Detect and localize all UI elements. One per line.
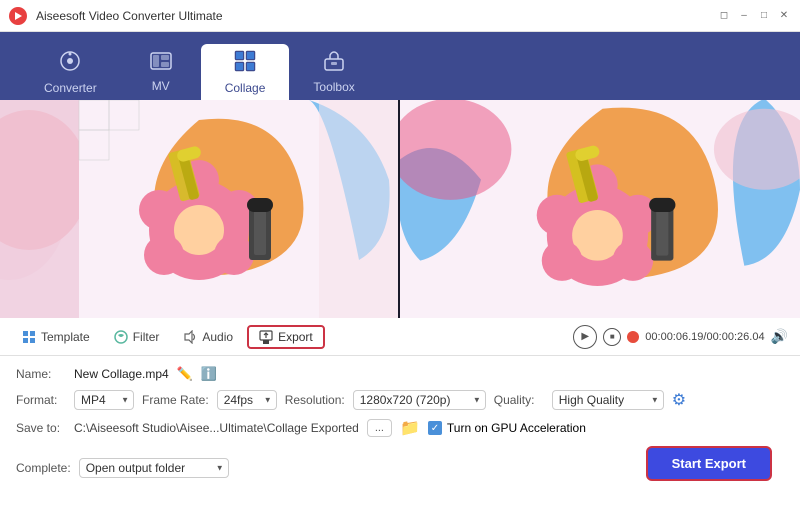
quality-label: Quality: xyxy=(494,393,544,407)
export-icon xyxy=(259,330,273,344)
quality-select-wrapper[interactable]: High Quality Medium Quality xyxy=(552,390,664,410)
restore-btn[interactable]: ◻ xyxy=(716,8,732,24)
format-label: Format: xyxy=(16,393,66,407)
format-select-wrapper[interactable]: MP4 AVI MOV xyxy=(74,390,134,410)
name-value: New Collage.mp4 xyxy=(74,367,169,381)
audio-label: Audio xyxy=(202,330,233,344)
template-btn[interactable]: Template xyxy=(12,326,100,348)
app-logo xyxy=(8,6,28,26)
filter-icon xyxy=(114,330,128,344)
template-label: Template xyxy=(41,330,90,344)
collage-label: Collage xyxy=(225,81,266,95)
tab-mv[interactable]: MV xyxy=(121,44,201,100)
preview-left xyxy=(0,100,400,318)
gpu-acceleration-toggle[interactable]: ✓ Turn on GPU Acceleration xyxy=(428,421,586,435)
close-btn[interactable]: ✕ xyxy=(776,8,792,24)
framerate-select[interactable]: 24fps 30fps 60fps xyxy=(217,390,277,410)
saveto-path: C:\Aiseesoft Studio\Aisee...Ultimate\Col… xyxy=(74,421,359,435)
export-label: Export xyxy=(278,330,313,344)
resolution-select[interactable]: 1280x720 (720p) 1920x1080 (1080p) xyxy=(353,390,486,410)
gpu-checkbox[interactable]: ✓ xyxy=(428,421,442,435)
filter-label: Filter xyxy=(133,330,160,344)
complete-label: Complete: xyxy=(16,461,71,475)
toolbox-label: Toolbox xyxy=(313,80,354,94)
saveto-row: Save to: C:\Aiseesoft Studio\Aisee...Ult… xyxy=(16,418,784,438)
edit-icon[interactable]: ✏️ xyxy=(177,366,193,382)
gpu-label: Turn on GPU Acceleration xyxy=(447,421,586,435)
preview-left-canvas xyxy=(0,100,398,318)
complete-row: Complete: Open output folder Do nothing … xyxy=(16,446,784,489)
toolbox-icon xyxy=(323,51,345,76)
complete-select-wrapper[interactable]: Open output folder Do nothing xyxy=(79,458,229,478)
export-btn[interactable]: Export xyxy=(247,325,325,349)
playback-controls: ▶ ■ 00:00:06.19/00:00:26.04 🔊 xyxy=(573,325,788,349)
quality-settings-icon[interactable]: ⚙ xyxy=(672,390,686,410)
minimize-btn[interactable]: – xyxy=(736,8,752,24)
format-select[interactable]: MP4 AVI MOV xyxy=(74,390,134,410)
audio-icon xyxy=(183,330,197,344)
bottom-toolbar: Template Filter Audio Export xyxy=(0,318,800,356)
info-icon[interactable]: ℹ️ xyxy=(201,366,217,382)
format-row: Format: MP4 AVI MOV Frame Rate: 24fps 30… xyxy=(16,390,784,410)
play-btn[interactable]: ▶ xyxy=(573,325,597,349)
converter-icon xyxy=(59,50,81,77)
complete-select[interactable]: Open output folder Do nothing xyxy=(79,458,229,478)
record-btn[interactable] xyxy=(627,331,639,343)
volume-icon[interactable]: 🔊 xyxy=(771,328,788,345)
preview-right xyxy=(400,100,800,318)
settings-panel: Name: New Collage.mp4 ✏️ ℹ️ Format: MP4 … xyxy=(0,356,800,507)
preview-area xyxy=(0,100,800,318)
time-display: 00:00:06.19/00:00:26.04 xyxy=(645,331,764,343)
collage-icon xyxy=(234,50,256,77)
maximize-btn[interactable]: □ xyxy=(756,8,772,24)
tab-converter[interactable]: Converter xyxy=(20,44,121,100)
saveto-label: Save to: xyxy=(16,421,66,435)
app-title: Aiseesoft Video Converter Ultimate xyxy=(36,9,716,23)
framerate-label: Frame Rate: xyxy=(142,393,209,407)
mv-label: MV xyxy=(152,79,170,93)
resolution-select-wrapper[interactable]: 1280x720 (720p) 1920x1080 (1080p) xyxy=(353,390,486,410)
title-bar: Aiseesoft Video Converter Ultimate ◻ – □… xyxy=(0,0,800,32)
tab-toolbox[interactable]: Toolbox xyxy=(289,44,378,100)
folder-icon[interactable]: 📁 xyxy=(400,418,420,438)
preview-right-canvas xyxy=(400,100,800,318)
tab-collage[interactable]: Collage xyxy=(201,44,290,100)
window-controls[interactable]: ◻ – □ ✕ xyxy=(716,8,792,24)
template-icon xyxy=(22,330,36,344)
main-content: Template Filter Audio Export xyxy=(0,100,800,507)
converter-label: Converter xyxy=(44,81,97,95)
mv-icon xyxy=(150,52,172,75)
audio-btn[interactable]: Audio xyxy=(173,326,243,348)
stop-btn[interactable]: ■ xyxy=(603,328,621,346)
nav-bar: Converter MV Collage xyxy=(0,32,800,100)
quality-select[interactable]: High Quality Medium Quality xyxy=(552,390,664,410)
name-row: Name: New Collage.mp4 ✏️ ℹ️ xyxy=(16,366,784,382)
name-label: Name: xyxy=(16,367,66,381)
start-export-btn[interactable]: Start Export xyxy=(646,446,772,481)
resolution-label: Resolution: xyxy=(285,393,345,407)
filter-btn[interactable]: Filter xyxy=(104,326,170,348)
browse-btn[interactable]: ... xyxy=(367,419,392,437)
framerate-select-wrapper[interactable]: 24fps 30fps 60fps xyxy=(217,390,277,410)
